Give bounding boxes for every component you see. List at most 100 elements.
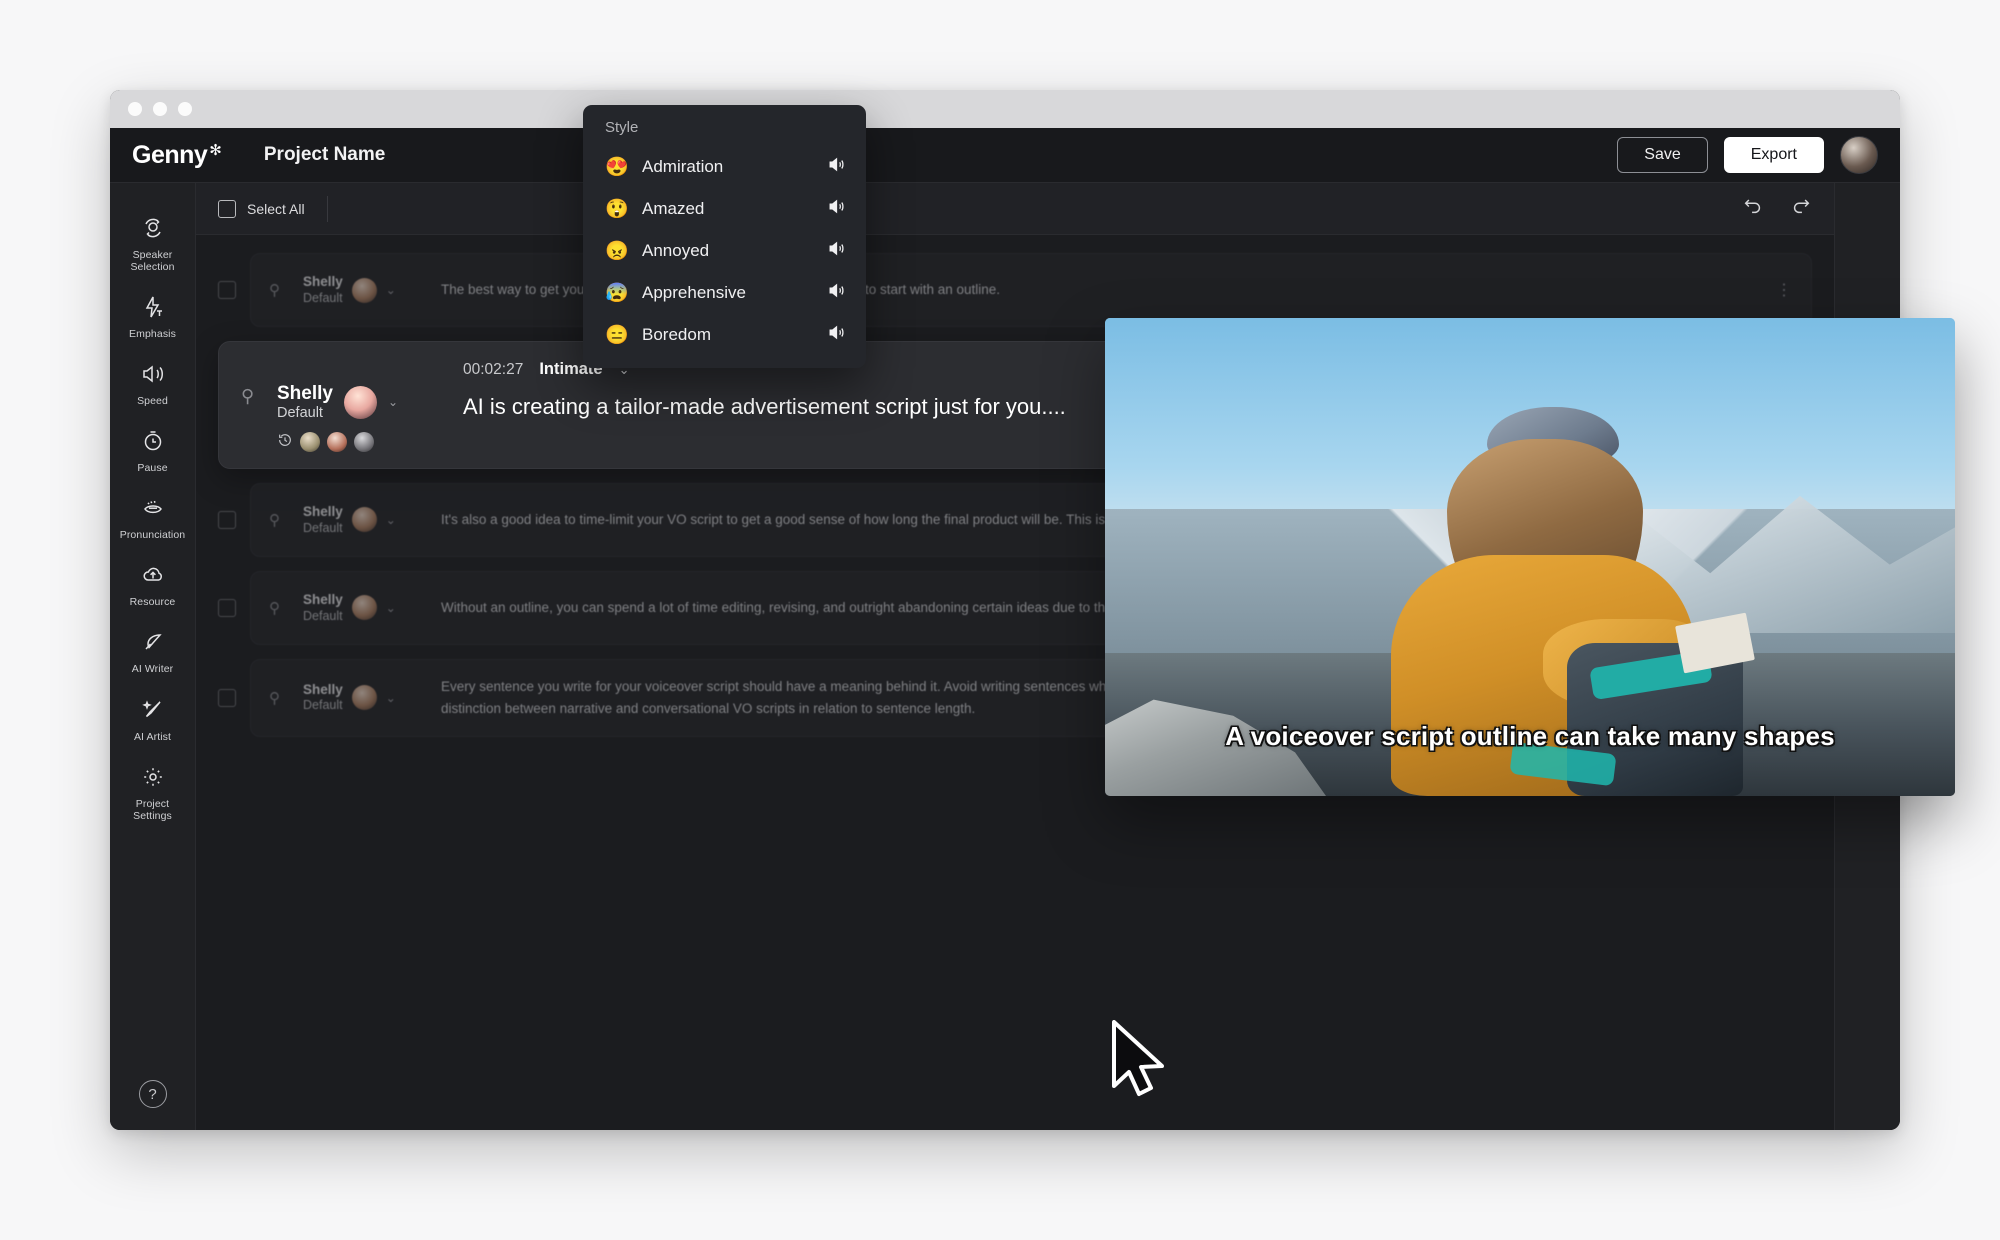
- toolbar-divider: [327, 196, 328, 222]
- speaker-name: Shelly: [303, 682, 343, 699]
- speaker-chip[interactable]: Shelly Default ⌄: [303, 682, 425, 715]
- speaker-avatar: [344, 386, 377, 419]
- chevron-down-icon[interactable]: ⌄: [386, 691, 396, 705]
- row-checkbox[interactable]: [218, 689, 236, 707]
- emphasis-icon: [141, 295, 165, 323]
- script-card[interactable]: ⚲ Shelly Default ⌄ The best way to get y…: [250, 253, 1812, 327]
- sidebar-item-label: Pause: [137, 462, 167, 474]
- row-checkbox[interactable]: [218, 599, 236, 617]
- app-topbar: Genny ✻ Project Name Save Export: [110, 128, 1900, 183]
- style-menu-item-annoyed[interactable]: 😠 Annoyed: [583, 230, 866, 272]
- history-icon[interactable]: [277, 432, 293, 452]
- row-checkbox[interactable]: [218, 281, 236, 299]
- speaker-icon[interactable]: [827, 281, 846, 305]
- style-menu-item-amazed[interactable]: 😲 Amazed: [583, 188, 866, 230]
- sidebar-item-label: Pronunciation: [120, 529, 186, 541]
- pause-icon: [141, 429, 165, 457]
- ai-writer-icon: [141, 630, 165, 658]
- table-row[interactable]: ⚲ Shelly Default ⌄ The best way to get y…: [218, 253, 1812, 327]
- speaker-icon[interactable]: [827, 323, 846, 347]
- pin-icon[interactable]: ⚲: [269, 599, 287, 617]
- speaker-chip[interactable]: Shelly Default ⌄: [303, 592, 425, 625]
- window-titlebar: [110, 90, 1900, 128]
- sidebar-item-speaker-selection[interactable]: SpeakerSelection: [110, 205, 195, 284]
- mouse-cursor: [1110, 1020, 1172, 1107]
- voice-option-avatar[interactable]: [327, 432, 347, 452]
- sidebar-item-pronunciation[interactable]: Pronunciation: [110, 485, 195, 552]
- style-item-label: Boredom: [642, 325, 812, 345]
- ai-artist-icon: [141, 698, 165, 726]
- speaker-selection-icon: [141, 216, 165, 244]
- speaker-avatar: [352, 278, 377, 303]
- style-menu-item-apprehensive[interactable]: 😰 Apprehensive: [583, 272, 866, 314]
- chevron-down-icon[interactable]: ⌄: [386, 601, 396, 615]
- window-close-button[interactable]: [128, 102, 142, 116]
- speaker-preset: Default: [303, 698, 343, 714]
- sidebar-item-ai-artist[interactable]: AI Artist: [110, 687, 195, 754]
- timestamp: 00:02:27: [463, 361, 523, 379]
- sidebar-item-emphasis[interactable]: Emphasis: [110, 284, 195, 351]
- speaker-name: Shelly: [303, 504, 343, 521]
- sidebar-item-label: AI Artist: [134, 731, 171, 743]
- sidebar-item-project-settings[interactable]: ProjectSettings: [110, 754, 195, 833]
- speaker-preset: Default: [277, 405, 333, 421]
- speaker-avatar: [352, 685, 377, 710]
- sidebar-item-resource[interactable]: Resource: [110, 552, 195, 619]
- help-button[interactable]: ?: [139, 1080, 167, 1108]
- sidebar-item-speed[interactable]: Speed: [110, 351, 195, 418]
- speaker-name: Shelly: [303, 592, 343, 609]
- speaker-preset: Default: [303, 521, 343, 537]
- topbar-actions: Save Export: [1617, 136, 1878, 174]
- pin-icon[interactable]: ⚲: [269, 511, 287, 529]
- sidebar-item-label: AI Writer: [132, 663, 174, 675]
- export-button[interactable]: Export: [1724, 137, 1824, 173]
- active-speaker-block: Shelly Default ⌄: [277, 360, 445, 452]
- speaker-name: Shelly: [303, 274, 343, 291]
- speaker-name: Shelly: [277, 384, 333, 405]
- style-item-label: Amazed: [642, 199, 812, 219]
- chevron-down-icon[interactable]: ⌄: [386, 513, 396, 527]
- left-sidebar: SpeakerSelection Emphasis Speed: [110, 183, 196, 1130]
- resource-icon: [141, 563, 165, 591]
- row-menu-button[interactable]: ⋮: [1776, 280, 1793, 300]
- style-menu-item-boredom[interactable]: 😑 Boredom: [583, 314, 866, 356]
- style-item-label: Apprehensive: [642, 283, 812, 303]
- style-menu-header: Style: [583, 119, 866, 146]
- speaker-icon[interactable]: [827, 155, 846, 179]
- speed-icon: [141, 362, 165, 390]
- annoyed-emoji-icon: 😠: [605, 239, 627, 263]
- select-all-control[interactable]: Select All: [218, 200, 305, 218]
- undo-button[interactable]: [1742, 195, 1764, 222]
- pin-icon[interactable]: ⚲: [269, 689, 287, 707]
- project-name[interactable]: Project Name: [264, 144, 385, 166]
- select-all-checkbox[interactable]: [218, 200, 236, 218]
- video-caption-text: A voiceover script outline can take many…: [1105, 721, 1955, 752]
- speaker-icon[interactable]: [827, 197, 846, 221]
- redo-button[interactable]: [1790, 195, 1812, 222]
- chevron-down-icon[interactable]: ⌄: [388, 395, 398, 409]
- brand-text: Genny: [132, 141, 207, 170]
- sidebar-item-ai-writer[interactable]: AI Writer: [110, 619, 195, 686]
- sidebar-item-label: SpeakerSelection: [130, 249, 174, 273]
- video-preview-panel[interactable]: A voiceover script outline can take many…: [1105, 318, 1955, 796]
- app-logo[interactable]: Genny ✻: [132, 141, 222, 170]
- speaker-icon[interactable]: [827, 239, 846, 263]
- style-menu-item-admiration[interactable]: 😍 Admiration: [583, 146, 866, 188]
- voice-option-avatar[interactable]: [300, 432, 320, 452]
- speaker-chip[interactable]: Shelly Default ⌄: [303, 504, 425, 537]
- pin-icon[interactable]: ⚲: [241, 360, 259, 452]
- brand-mark-icon: ✻: [209, 141, 222, 159]
- avatar[interactable]: [1840, 136, 1878, 174]
- save-button[interactable]: Save: [1617, 137, 1707, 173]
- sidebar-item-pause[interactable]: Pause: [110, 418, 195, 485]
- pronunciation-icon: [141, 496, 165, 524]
- speaker-preset: Default: [303, 609, 343, 625]
- style-dropdown-menu: Style 😍 Admiration 😲 Amazed 😠 Annoyed 😰 …: [583, 105, 866, 368]
- window-maximize-button[interactable]: [178, 102, 192, 116]
- chevron-down-icon[interactable]: ⌄: [386, 283, 396, 297]
- speaker-chip[interactable]: Shelly Default ⌄: [303, 274, 425, 307]
- window-minimize-button[interactable]: [153, 102, 167, 116]
- pin-icon[interactable]: ⚲: [269, 281, 287, 299]
- row-checkbox[interactable]: [218, 511, 236, 529]
- voice-option-avatar[interactable]: [354, 432, 374, 452]
